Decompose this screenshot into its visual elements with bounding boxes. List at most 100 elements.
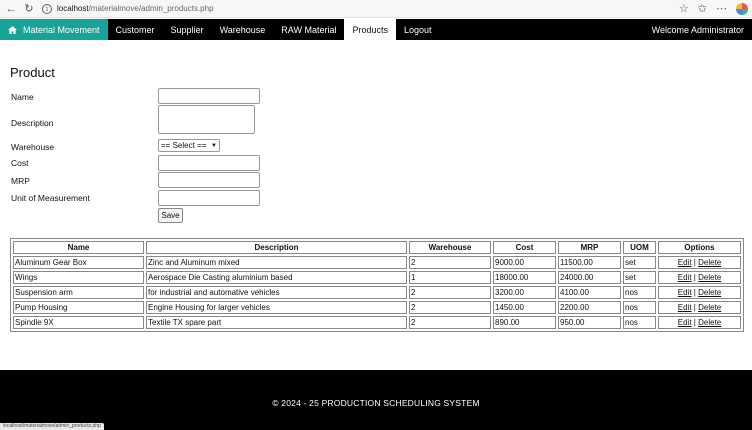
cost-label: Cost bbox=[11, 158, 29, 168]
mrp-label: MRP bbox=[11, 176, 30, 186]
cell-warehouse: 1 bbox=[409, 271, 491, 284]
options-separator: | bbox=[693, 318, 696, 327]
name-label: Name bbox=[11, 92, 34, 102]
cell-name: Aluminum Gear Box bbox=[13, 256, 144, 269]
nav-logout[interactable]: Logout bbox=[396, 19, 440, 40]
cell-name: Wings bbox=[13, 271, 144, 284]
home-icon bbox=[8, 25, 17, 34]
nav-raw-material[interactable]: RAW Material bbox=[273, 19, 344, 40]
page-title: Product bbox=[10, 65, 55, 80]
nav-warehouse[interactable]: Warehouse bbox=[212, 19, 274, 40]
delete-link[interactable]: Delete bbox=[698, 258, 721, 267]
header-cost: Cost bbox=[493, 241, 556, 254]
header-uom: UOM bbox=[623, 241, 656, 254]
edit-link[interactable]: Edit bbox=[678, 303, 692, 312]
cell-mrp: 950.00 bbox=[558, 316, 621, 329]
nav-products[interactable]: Products bbox=[344, 19, 396, 40]
cell-cost: 890.00 bbox=[493, 316, 556, 329]
cell-mrp: 24000.00 bbox=[558, 271, 621, 284]
options-separator: | bbox=[693, 288, 696, 297]
table-row: Suspension arm for industrial and automa… bbox=[13, 286, 741, 299]
cell-cost: 1450.00 bbox=[493, 301, 556, 314]
favorites-icon[interactable]: ✩ bbox=[698, 2, 707, 15]
cell-warehouse: 2 bbox=[409, 256, 491, 269]
cell-options: Edit | Delete bbox=[658, 301, 741, 314]
nav-customer[interactable]: Customer bbox=[108, 19, 163, 40]
mrp-input[interactable] bbox=[158, 172, 260, 188]
welcome-text: Welcome Administrator bbox=[651, 24, 744, 35]
reload-icon[interactable]: ↻ bbox=[22, 2, 36, 16]
warehouse-label: Warehouse bbox=[11, 142, 55, 152]
cell-description: for industrial and automative vehicles bbox=[146, 286, 407, 299]
cell-description: Engine Housing for larger vehicles bbox=[146, 301, 407, 314]
cell-name: Spindle 9X bbox=[13, 316, 144, 329]
header-description: Description bbox=[146, 241, 407, 254]
name-input[interactable] bbox=[158, 88, 260, 104]
table-row: Spindle 9X Textile TX spare part 2 890.0… bbox=[13, 316, 741, 329]
delete-link[interactable]: Delete bbox=[698, 288, 721, 297]
description-textarea[interactable] bbox=[158, 105, 255, 134]
edit-link[interactable]: Edit bbox=[678, 258, 692, 267]
cell-uom: nos bbox=[623, 316, 656, 329]
products-table: Name Description Warehouse Cost MRP UOM … bbox=[10, 238, 744, 332]
warehouse-select[interactable]: == Select == ▼ bbox=[158, 139, 220, 152]
cost-input[interactable] bbox=[158, 155, 260, 171]
cell-name: Pump Housing bbox=[13, 301, 144, 314]
save-button[interactable]: Save bbox=[158, 208, 183, 223]
main-navbar: Material Movement Customer Supplier Ware… bbox=[0, 19, 752, 40]
cell-options: Edit | Delete bbox=[658, 286, 741, 299]
cell-mrp: 11500.00 bbox=[558, 256, 621, 269]
edit-link[interactable]: Edit bbox=[678, 318, 692, 327]
brand-label: Material Movement bbox=[23, 24, 100, 35]
cell-uom: set bbox=[623, 256, 656, 269]
more-icon[interactable]: ⋯ bbox=[716, 2, 727, 15]
table-row: Aluminum Gear Box Zinc and Aluminum mixe… bbox=[13, 256, 741, 269]
options-separator: | bbox=[693, 303, 696, 312]
nav-supplier[interactable]: Supplier bbox=[163, 19, 212, 40]
delete-link[interactable]: Delete bbox=[698, 318, 721, 327]
cell-name: Suspension arm bbox=[13, 286, 144, 299]
chevron-down-icon: ▼ bbox=[211, 142, 217, 149]
header-warehouse: Warehouse bbox=[409, 241, 491, 254]
cell-cost: 3200.00 bbox=[493, 286, 556, 299]
header-name: Name bbox=[13, 241, 144, 254]
delete-link[interactable]: Delete bbox=[698, 273, 721, 282]
status-bar-url: localhost/materialmove/admin_products.ph… bbox=[0, 423, 104, 430]
uom-label: Unit of Measurement bbox=[11, 193, 90, 203]
delete-link[interactable]: Delete bbox=[698, 303, 721, 312]
table-row: Pump Housing Engine Housing for larger v… bbox=[13, 301, 741, 314]
edit-link[interactable]: Edit bbox=[678, 288, 692, 297]
footer-copyright: © 2024 - 25 PRODUCTION SCHEDULING SYSTEM bbox=[272, 398, 480, 408]
description-label: Description bbox=[11, 118, 54, 128]
cell-mrp: 4100.00 bbox=[558, 286, 621, 299]
warehouse-select-value: == Select == bbox=[161, 141, 207, 150]
favorite-star-icon[interactable]: ☆ bbox=[679, 2, 689, 15]
edit-link[interactable]: Edit bbox=[678, 273, 692, 282]
cell-warehouse: 2 bbox=[409, 316, 491, 329]
footer: © 2024 - 25 PRODUCTION SCHEDULING SYSTEM bbox=[0, 370, 752, 430]
cell-description: Zinc and Aluminum mixed bbox=[146, 256, 407, 269]
brand-link[interactable]: Material Movement bbox=[0, 19, 108, 40]
back-icon[interactable]: ← bbox=[4, 2, 18, 16]
url-text: localhost/materialmove/admin_products.ph… bbox=[57, 4, 214, 13]
cell-uom: nos bbox=[623, 286, 656, 299]
browser-toolbar: ← ↻ i localhost/materialmove/admin_produ… bbox=[0, 0, 752, 18]
cell-mrp: 2200.00 bbox=[558, 301, 621, 314]
cell-uom: nos bbox=[623, 301, 656, 314]
cell-options: Edit | Delete bbox=[658, 316, 741, 329]
options-separator: | bbox=[693, 258, 696, 267]
cell-cost: 9000.00 bbox=[493, 256, 556, 269]
profile-icon[interactable] bbox=[736, 2, 748, 15]
table-row: Wings Aerospace Die Casting aluminium ba… bbox=[13, 271, 741, 284]
cell-options: Edit | Delete bbox=[658, 256, 741, 269]
cell-description: Aerospace Die Casting aluminium based bbox=[146, 271, 407, 284]
cell-warehouse: 2 bbox=[409, 301, 491, 314]
header-mrp: MRP bbox=[558, 241, 621, 254]
header-options: Options bbox=[658, 241, 741, 254]
info-icon[interactable]: i bbox=[42, 3, 52, 14]
uom-input[interactable] bbox=[158, 190, 260, 206]
cell-description: Textile TX spare part bbox=[146, 316, 407, 329]
options-separator: | bbox=[693, 273, 696, 282]
address-bar[interactable]: i localhost/materialmove/admin_products.… bbox=[42, 2, 214, 16]
table-header-row: Name Description Warehouse Cost MRP UOM … bbox=[13, 241, 741, 254]
